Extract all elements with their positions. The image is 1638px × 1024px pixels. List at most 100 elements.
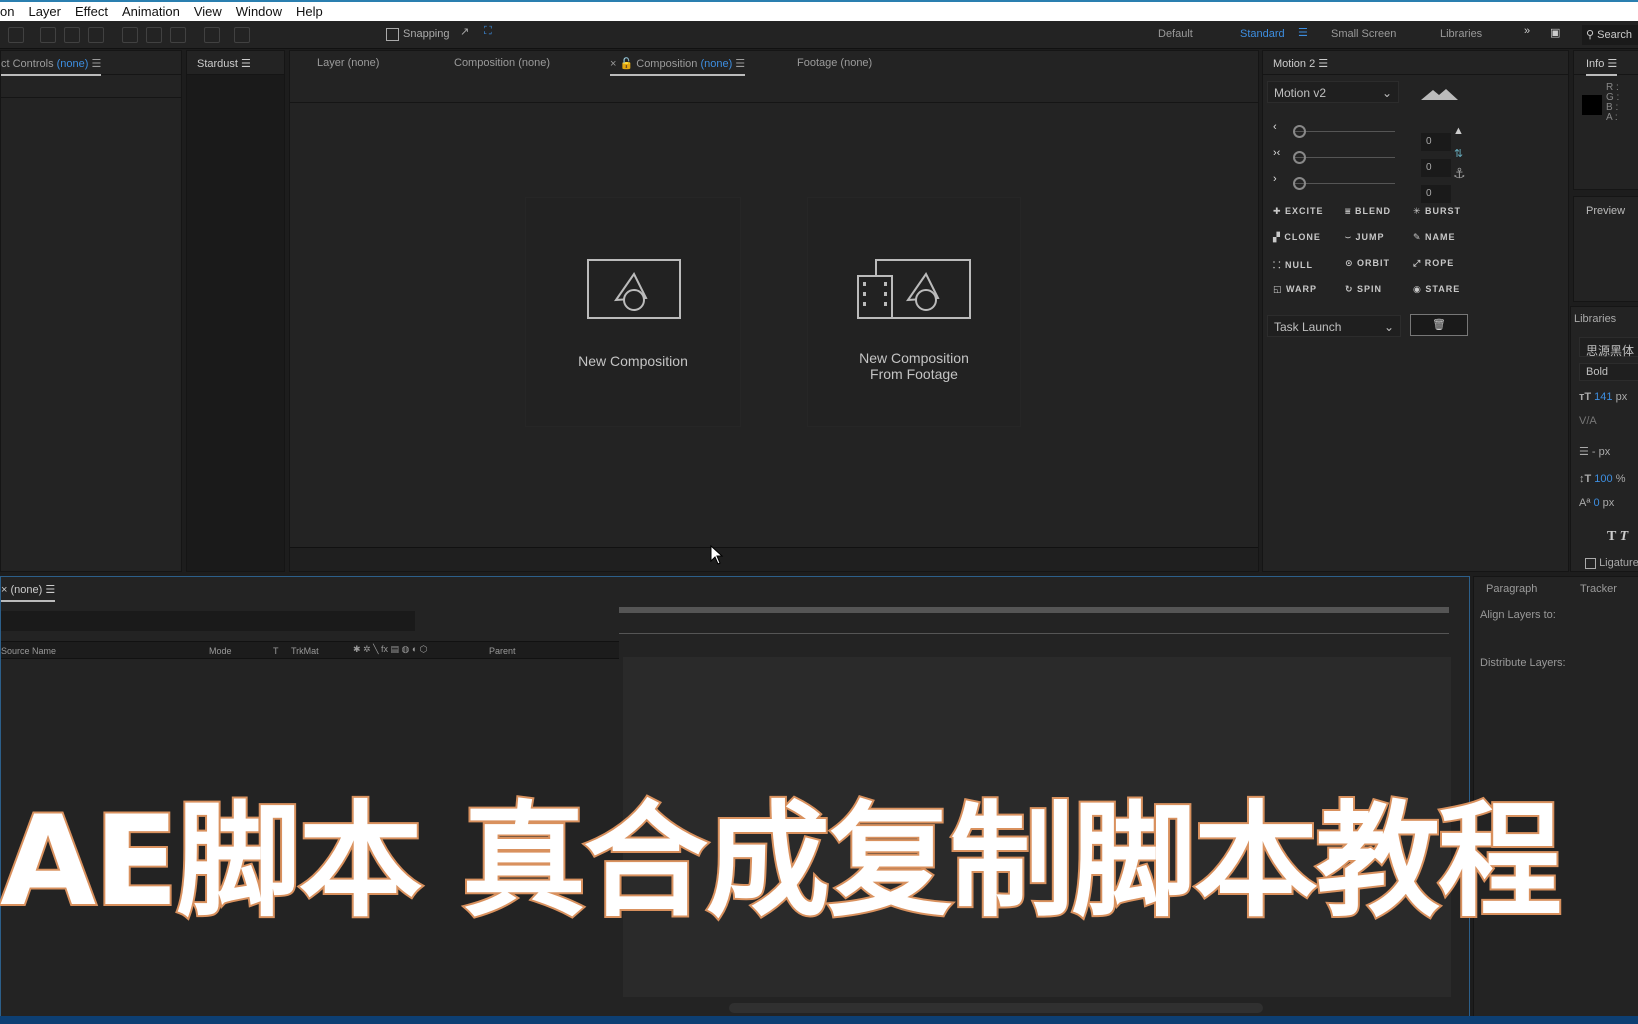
rectangle-tool-icon[interactable] — [40, 27, 56, 43]
timeline-scrollbar[interactable] — [729, 1003, 1263, 1013]
clone-stamp-tool-icon[interactable] — [146, 27, 162, 43]
menu-effect[interactable]: Effect — [75, 4, 108, 19]
null-button[interactable]: ⸬ NULL — [1273, 258, 1313, 271]
workspace-menu-icon[interactable]: ☰ — [1298, 26, 1308, 39]
mouse-cursor-icon — [710, 545, 724, 565]
leading-field[interactable]: ☰ - px — [1579, 445, 1610, 458]
ease-in-icon: ‹ — [1273, 121, 1277, 133]
workspace-small-screen[interactable]: Small Screen — [1331, 28, 1396, 40]
panel-header: ct Controls (none) ☰ — [1, 51, 181, 76]
ligatures-checkbox[interactable]: Ligatures — [1585, 557, 1638, 569]
anchor-icon[interactable]: ⚓ — [1453, 165, 1466, 182]
warp-button[interactable]: ◱ WARP — [1273, 284, 1317, 295]
mountains-logo-icon[interactable] — [1421, 87, 1459, 101]
name-button[interactable]: ✎ NAME — [1413, 232, 1456, 243]
tab-paragraph[interactable]: Paragraph — [1486, 583, 1537, 595]
workspace-libraries[interactable]: Libraries — [1440, 28, 1482, 40]
preview-panel: Preview — [1573, 196, 1638, 302]
eraser-tool-icon[interactable] — [170, 27, 186, 43]
rope-button[interactable]: ⤢ ROPE — [1413, 258, 1454, 269]
menu-window[interactable]: Window — [236, 4, 282, 19]
new-composition-button[interactable]: New Composition — [525, 197, 741, 427]
vertical-scale-icon: ↕T — [1579, 473, 1592, 485]
col-mode[interactable]: Mode — [209, 646, 232, 656]
tab-layer[interactable]: Layer (none) — [317, 57, 379, 69]
button-label: BLEND — [1354, 206, 1391, 216]
tab-label: ct Controls — [1, 58, 54, 70]
blend-button[interactable]: ⩸ BLEND — [1345, 206, 1391, 217]
delete-button[interactable]: 🗑 — [1410, 314, 1468, 336]
sync-settings-icon[interactable]: ▣ — [1550, 26, 1560, 39]
jump-button[interactable]: ⌣ JUMP — [1345, 232, 1384, 243]
button-label: SPIN — [1357, 284, 1383, 294]
motion-preset-dropdown[interactable]: Motion v2 ⌄ — [1267, 81, 1399, 103]
menu-help[interactable]: Help — [296, 4, 323, 19]
lock-icon[interactable]: 🔓 — [619, 58, 636, 70]
panel-header: Stardust ☰ — [187, 51, 284, 75]
baseline-shift-field[interactable]: Aª 0 px — [1579, 497, 1614, 509]
snap-features-icon[interactable]: ⛶ — [484, 25, 492, 38]
faux-bold-button[interactable]: T T — [1607, 529, 1628, 545]
button-label: WARP — [1286, 284, 1318, 294]
new-composition-from-footage-button[interactable]: New Composition From Footage — [807, 197, 1021, 427]
orbit-button[interactable]: ⊙ ORBIT — [1345, 258, 1390, 269]
button-label: ORBIT — [1357, 258, 1391, 268]
ease-in-slider[interactable]: ‹ 0 — [1273, 121, 1453, 151]
tab-footage[interactable]: Footage (none) — [797, 57, 872, 69]
rocket-icon[interactable]: ▲ — [1453, 125, 1464, 137]
font-style-dropdown[interactable]: Bold — [1579, 363, 1638, 381]
tab-libraries[interactable]: Libraries — [1574, 313, 1616, 325]
tab-composition[interactable]: Composition (none) — [454, 57, 550, 69]
font-size-field[interactable]: ᴛT 141 px — [1579, 391, 1627, 403]
viewer-footer-controls[interactable] — [290, 547, 1258, 571]
tab-effect-controls[interactable]: ct Controls (none) ☰ — [1, 57, 102, 76]
timeline-header: × (none) ☰ — [1, 577, 621, 602]
kerning-field[interactable]: V/A — [1579, 415, 1597, 427]
excite-button[interactable]: ✚ EXCITE — [1273, 206, 1324, 217]
button-label: ROPE — [1424, 258, 1455, 268]
tab-composition-active[interactable]: × 🔓 Composition (none) ☰ — [610, 57, 746, 76]
tab-preview[interactable]: Preview — [1586, 205, 1625, 217]
snap-edges-icon[interactable]: ↗ — [460, 25, 469, 38]
type-tool-icon[interactable] — [88, 27, 104, 43]
snapping-checkbox[interactable] — [386, 28, 399, 41]
brush-tool-icon[interactable] — [122, 27, 138, 43]
tab-motion[interactable]: Motion 2 ☰ — [1273, 57, 1328, 70]
workspace-default[interactable]: Default — [1158, 28, 1193, 40]
clone-button[interactable]: ▞ CLONE — [1273, 232, 1321, 243]
task-launch-dropdown[interactable]: Task Launch ⌄ — [1267, 315, 1401, 337]
menu-view[interactable]: View — [194, 4, 222, 19]
vertical-scale-field[interactable]: ↕T 100 % — [1579, 473, 1626, 485]
roto-brush-tool-icon[interactable] — [204, 27, 220, 43]
col-source-name[interactable]: Source Name — [1, 646, 56, 656]
time-ruler[interactable] — [619, 633, 1449, 634]
more-workspaces-icon[interactable]: » — [1524, 25, 1530, 37]
ease-out-slider[interactable]: › 0 — [1273, 173, 1453, 203]
col-parent[interactable]: Parent — [489, 646, 516, 656]
search-help-field[interactable]: ⚲ Search — [1582, 25, 1638, 45]
spin-button[interactable]: ↻ SPIN — [1345, 284, 1382, 295]
tab-stardust[interactable]: Stardust ☰ — [197, 57, 251, 70]
stare-button[interactable]: ◉ STARE — [1413, 284, 1460, 295]
tab-tracker[interactable]: Tracker — [1580, 583, 1617, 595]
tab-info[interactable]: Info ☰ — [1586, 57, 1618, 76]
workspace-standard[interactable]: Standard — [1240, 28, 1285, 40]
switches-icons[interactable]: ✱ ✲ ╲ fx ▤ ◍ ◐ ⬡ — [353, 644, 428, 655]
menu-animation[interactable]: Animation — [122, 4, 180, 19]
font-family-dropdown[interactable]: 思源黑体 — [1579, 337, 1638, 358]
col-trkmat[interactable]: TrkMat — [291, 646, 319, 656]
ease-both-slider[interactable]: ›‹ 0 — [1273, 147, 1453, 177]
layer-search-input[interactable] — [1, 611, 415, 631]
tab-timeline[interactable]: × (none) ☰ — [1, 583, 56, 602]
work-area-bar[interactable] — [619, 607, 1449, 613]
button-label: NAME — [1425, 232, 1456, 242]
puppet-tool-icon[interactable] — [234, 27, 250, 43]
pen-tool-icon[interactable] — [64, 27, 80, 43]
pan-behind-tool-icon[interactable] — [8, 27, 24, 43]
menu-layer[interactable]: Layer — [28, 4, 61, 19]
ease-out-value[interactable]: 0 — [1421, 185, 1451, 203]
menu-composition[interactable]: on — [0, 4, 14, 19]
burst-button[interactable]: ✳ BURST — [1413, 206, 1461, 217]
swap-arrows-icon[interactable]: ⇅ — [1454, 147, 1463, 160]
col-t[interactable]: T — [273, 646, 279, 656]
